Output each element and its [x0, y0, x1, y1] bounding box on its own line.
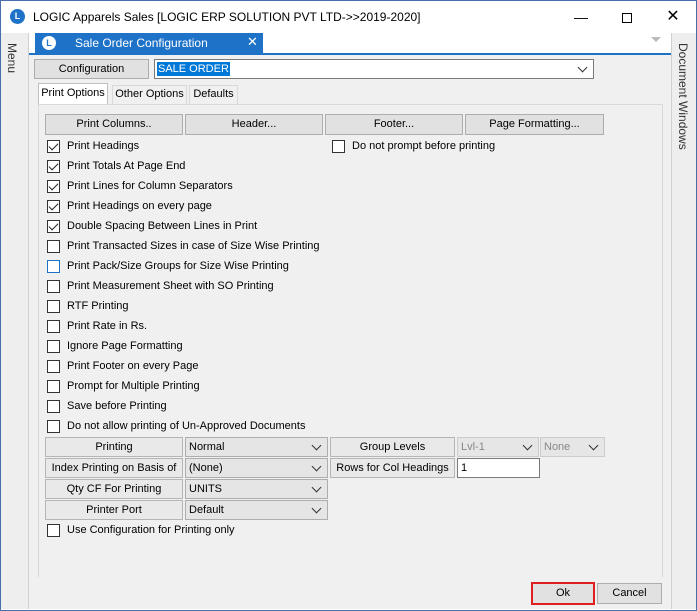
- option-checkbox[interactable]: [47, 420, 60, 433]
- dialog-footer: Ok Cancel: [29, 577, 671, 609]
- option-label: Save before Printing: [67, 400, 167, 412]
- qty-cf-select[interactable]: UNITS: [185, 479, 328, 499]
- chevron-down-icon: [311, 503, 322, 514]
- option-label: Print Rate in Rs.: [67, 320, 148, 332]
- option-checkbox[interactable]: [47, 400, 60, 413]
- header-button[interactable]: Header...: [185, 114, 323, 135]
- qty-cf-label: Qty CF For Printing: [45, 479, 183, 499]
- option-checkbox[interactable]: [47, 200, 60, 213]
- configuration-button[interactable]: Configuration: [34, 59, 149, 79]
- group-levels-label: Group Levels: [330, 437, 455, 457]
- option-label: Do not allow printing of Un-Approved Doc…: [67, 420, 306, 432]
- option-label: Print Headings: [67, 140, 140, 152]
- option-checkbox[interactable]: [47, 220, 60, 233]
- app-logo-icon: L: [42, 36, 56, 50]
- window-title: LOGIC Apparels Sales [LOGIC ERP SOLUTION…: [33, 10, 421, 24]
- chevron-down-icon: [311, 482, 322, 493]
- option-label: Print Lines for Column Separators: [67, 180, 233, 192]
- qty-cf-value: UNITS: [189, 483, 222, 495]
- tab-print-options[interactable]: Print Options: [38, 83, 108, 104]
- maximize-icon: [622, 13, 632, 24]
- option-label: Print Headings on every page: [67, 200, 212, 212]
- group-levels-value-1: Lvl-1: [461, 441, 485, 453]
- maximize-button[interactable]: [604, 1, 650, 33]
- group-levels-value-2: None: [544, 441, 571, 453]
- group-levels-select-1[interactable]: Lvl-1: [457, 437, 539, 457]
- index-printing-select[interactable]: (None): [185, 458, 328, 478]
- menu-side-panel[interactable]: Menu: [1, 33, 29, 609]
- cancel-button[interactable]: Cancel: [597, 583, 662, 604]
- option-label: Print Transacted Sizes in case of Size W…: [67, 240, 320, 252]
- printing-label: Printing: [45, 437, 183, 457]
- option-checkbox[interactable]: [47, 380, 60, 393]
- title-bar: L LOGIC Apparels Sales [LOGIC ERP SOLUTI…: [1, 1, 696, 33]
- use-config-only-checkbox[interactable]: [47, 524, 60, 537]
- chevron-down-icon: [311, 440, 322, 451]
- option-label: Prompt for Multiple Printing: [67, 380, 200, 392]
- print-options-panel: Print Columns.. Header... Footer... Page…: [38, 104, 663, 578]
- do-not-prompt-checkbox[interactable]: [332, 140, 345, 153]
- document-tab-strip: L Sale Order Configuration ✕: [29, 33, 671, 53]
- configuration-select[interactable]: SALE ORDER: [154, 59, 594, 79]
- footer-button[interactable]: Footer...: [325, 114, 463, 135]
- option-label: Print Measurement Sheet with SO Printing: [67, 280, 274, 292]
- option-checkbox[interactable]: [47, 180, 60, 193]
- option-checkbox[interactable]: [47, 160, 60, 173]
- chevron-down-icon: [588, 440, 599, 451]
- group-levels-select-2[interactable]: None: [540, 437, 605, 457]
- option-checkbox[interactable]: [47, 240, 60, 253]
- option-label: Ignore Page Formatting: [67, 340, 183, 352]
- tab-defaults[interactable]: Defaults: [189, 85, 238, 104]
- option-checkbox[interactable]: [47, 260, 60, 273]
- use-config-only-label: Use Configuration for Printing only: [67, 524, 235, 536]
- option-checkbox[interactable]: [47, 340, 60, 353]
- doc-tab-label: Sale Order Configuration: [75, 36, 208, 50]
- option-checkbox[interactable]: [47, 280, 60, 293]
- menu-label: Menu: [5, 43, 19, 74]
- chevron-down-icon: [311, 461, 322, 472]
- document-windows-label: Document Windows: [676, 43, 690, 150]
- index-printing-value: (None): [189, 462, 223, 474]
- page-formatting-button[interactable]: Page Formatting...: [465, 114, 604, 135]
- doc-tab-sale-order-configuration[interactable]: L Sale Order Configuration ✕: [35, 33, 263, 53]
- printing-select[interactable]: Normal: [185, 437, 328, 457]
- printer-port-value: Default: [189, 504, 224, 516]
- printing-value: Normal: [189, 441, 225, 453]
- main-panel: Configuration SALE ORDER Print Options O…: [29, 53, 671, 578]
- tab-other-options[interactable]: Other Options: [112, 85, 187, 104]
- rows-col-headings-input[interactable]: 1: [457, 458, 540, 478]
- option-label: Print Totals At Page End: [67, 160, 186, 172]
- option-checkbox[interactable]: [47, 300, 60, 313]
- printer-port-select[interactable]: Default: [185, 500, 328, 520]
- minimize-button[interactable]: —: [558, 1, 604, 33]
- tab-list-dropdown-icon[interactable]: [651, 37, 661, 42]
- option-label: Print Pack/Size Groups for Size Wise Pri…: [67, 260, 289, 272]
- configuration-selected-value: SALE ORDER: [157, 62, 230, 76]
- option-checkbox[interactable]: [47, 140, 60, 153]
- print-columns-button[interactable]: Print Columns..: [45, 114, 183, 135]
- minimize-icon: —: [574, 9, 588, 25]
- option-checkbox[interactable]: [47, 320, 60, 333]
- printer-port-label: Printer Port: [45, 500, 183, 520]
- close-window-button[interactable]: ✕: [650, 1, 696, 33]
- option-label: Double Spacing Between Lines in Print: [67, 220, 258, 232]
- document-windows-panel[interactable]: Document Windows: [671, 33, 696, 609]
- do-not-prompt-label: Do not prompt before printing: [352, 140, 496, 152]
- index-printing-label: Index Printing on Basis of: [45, 458, 183, 478]
- option-label: RTF Printing: [67, 300, 129, 312]
- app-logo-icon: L: [10, 9, 25, 24]
- ok-button[interactable]: Ok: [531, 582, 595, 605]
- chevron-down-icon: [522, 440, 533, 451]
- close-tab-icon[interactable]: ✕: [247, 34, 258, 50]
- close-icon: ✕: [666, 8, 680, 25]
- option-label: Print Footer on every Page: [67, 360, 199, 372]
- app-window: L LOGIC Apparels Sales [LOGIC ERP SOLUTI…: [0, 0, 697, 611]
- option-checkbox[interactable]: [47, 360, 60, 373]
- chevron-down-icon: [577, 62, 588, 73]
- rows-col-headings-label: Rows for Col Headings: [330, 458, 455, 478]
